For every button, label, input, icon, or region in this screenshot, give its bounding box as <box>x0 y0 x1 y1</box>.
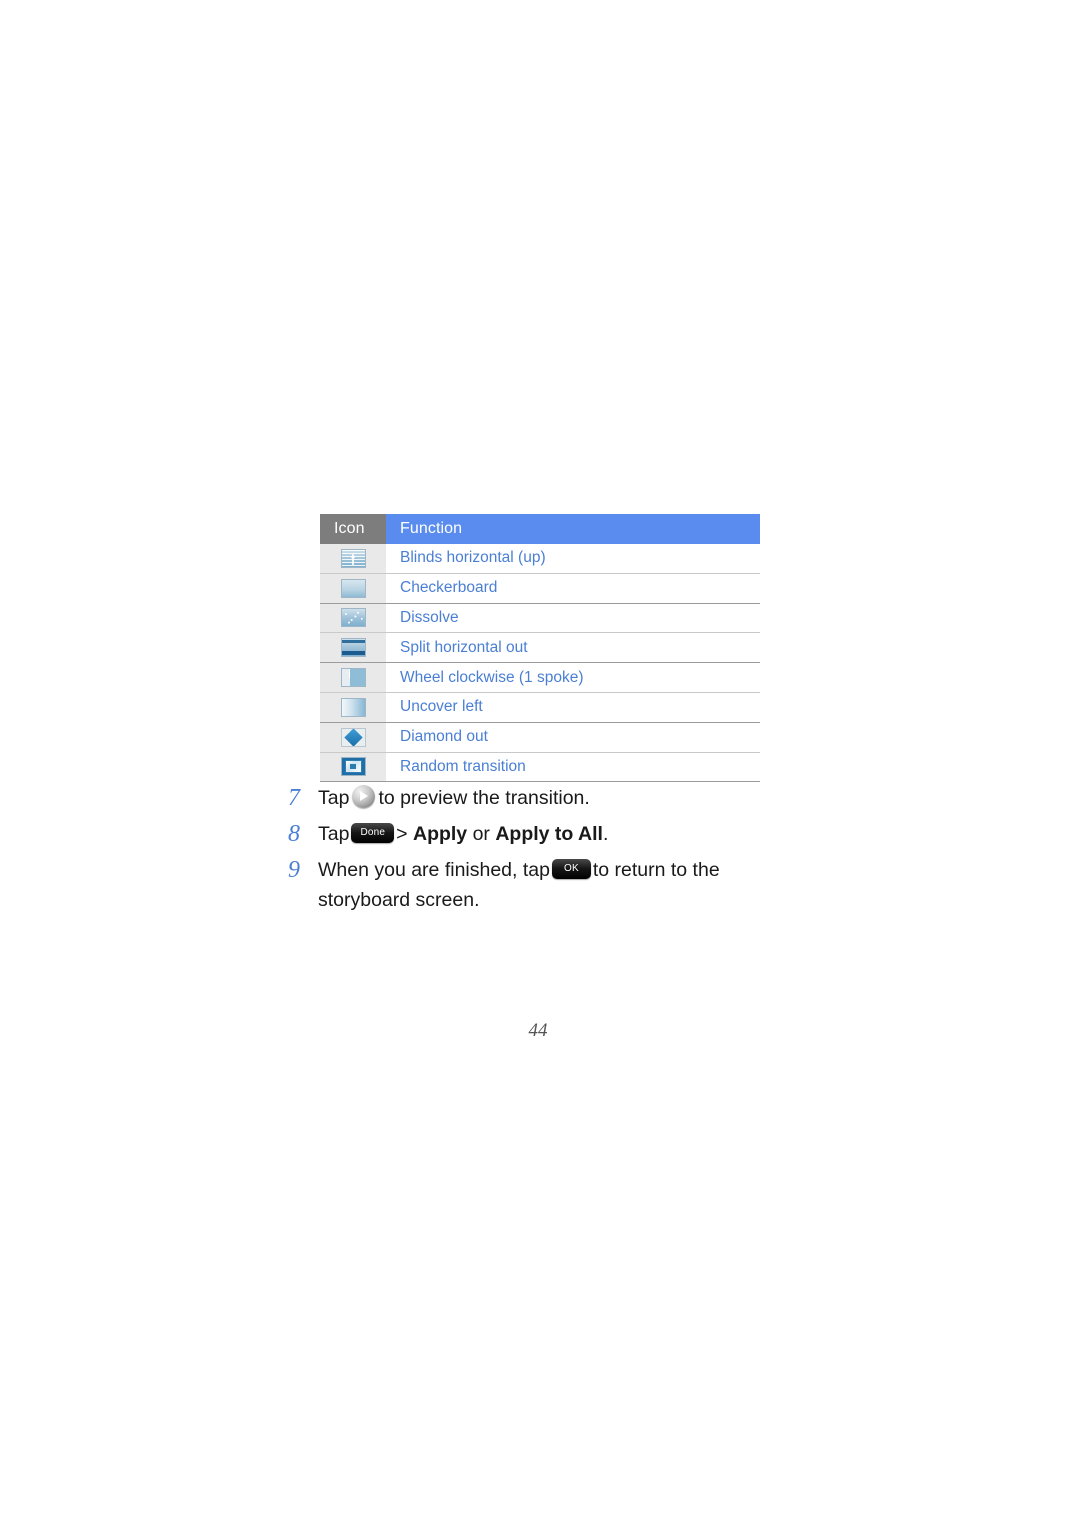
function-label: Random transition <box>386 752 760 782</box>
step-number: 8 <box>288 821 300 847</box>
function-label: Checkerboard <box>386 573 760 603</box>
step-number: 9 <box>288 857 300 883</box>
random-transition-thumbnail-icon <box>340 757 366 777</box>
function-label: Wheel clockwise (1 spoke) <box>386 663 760 692</box>
blinds-horizontal-up-thumbnail-icon <box>340 548 366 568</box>
icon-cell <box>320 722 386 752</box>
wheel-clockwise-thumbnail-icon <box>340 668 366 688</box>
table-row: Uncover left <box>320 692 760 723</box>
done-button[interactable]: Done <box>351 823 395 844</box>
icon-cell <box>320 603 386 633</box>
icon-cell <box>320 752 386 782</box>
function-label: Split horizontal out <box>386 633 760 663</box>
dissolve-thumbnail-icon <box>340 608 366 628</box>
table-header-row: Icon Function <box>320 514 760 544</box>
step-separator: > <box>396 823 408 845</box>
icon-cell <box>320 692 386 722</box>
transition-table: Icon Function Blinds horizontal (up) Che… <box>320 514 760 783</box>
table-row: Random transition <box>320 752 760 783</box>
function-label: Diamond out <box>386 722 760 752</box>
icon-cell <box>320 663 386 692</box>
column-header-icon: Icon <box>320 514 386 544</box>
step-text: Tap Done > Apply or Apply to All. <box>318 819 806 849</box>
step-text: When you are finished, tap OK to return to… <box>318 855 806 915</box>
icon-cell <box>320 544 386 573</box>
step-text-before: Tap <box>318 823 350 845</box>
table-row: Wheel clockwise (1 spoke) <box>320 663 760 693</box>
function-label: Blinds horizontal (up) <box>386 544 760 573</box>
function-label: Dissolve <box>386 603 760 633</box>
uncover-left-thumbnail-icon <box>340 697 366 717</box>
step-9: 9 When you are finished, tap OK to return … <box>286 855 806 915</box>
table-row: Dissolve <box>320 603 760 634</box>
table-row: Split horizontal out <box>320 633 760 664</box>
step-text-before: When you are finished, tap <box>318 859 550 881</box>
split-horizontal-out-thumbnail-icon <box>340 638 366 658</box>
table-row: Diamond out <box>320 722 760 753</box>
diamond-out-thumbnail-icon <box>340 727 366 747</box>
column-header-function: Function <box>386 514 760 544</box>
instruction-steps: 7 Tap to preview the transition. 8 Tap Don… <box>286 783 806 921</box>
step-terminator: . <box>602 823 609 845</box>
table-row: Checkerboard <box>320 573 760 604</box>
apply-to-all-option: Apply to All <box>495 823 603 845</box>
checkerboard-thumbnail-icon <box>340 578 366 598</box>
table-row: Blinds horizontal (up) <box>320 544 760 574</box>
step-text-after: to preview the transition. <box>378 787 590 809</box>
step-8: 8 Tap Done > Apply or Apply to All. <box>286 819 806 849</box>
step-text: Tap to preview the transition. <box>318 783 806 813</box>
step-conjunction: or <box>472 823 490 845</box>
icon-cell <box>320 633 386 663</box>
step-7: 7 Tap to preview the transition. <box>286 783 806 813</box>
ok-button[interactable]: OK <box>551 859 591 880</box>
play-icon <box>352 785 376 809</box>
step-text-before: Tap <box>318 787 350 809</box>
function-label: Uncover left <box>386 692 760 722</box>
apply-option: Apply <box>412 823 468 845</box>
page-number: 44 <box>528 1020 548 1041</box>
step-number: 7 <box>288 785 300 811</box>
icon-cell <box>320 573 386 603</box>
